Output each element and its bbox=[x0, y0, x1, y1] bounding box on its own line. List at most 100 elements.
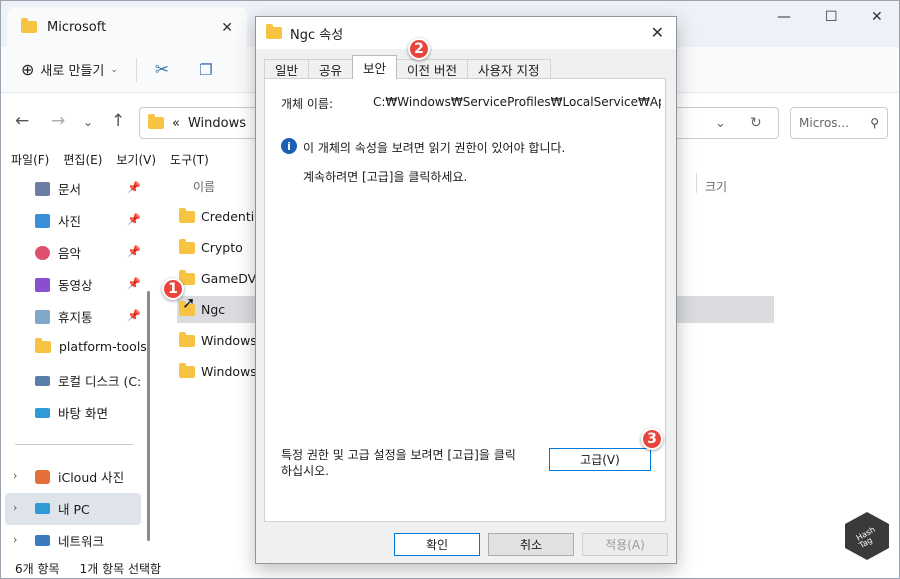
column-header-size[interactable]: 크기 bbox=[705, 178, 727, 195]
info-icon: i bbox=[281, 138, 297, 154]
list-item[interactable]: GameDVR bbox=[179, 269, 265, 286]
search-icon: ⚲ bbox=[870, 116, 879, 130]
folder-icon bbox=[179, 362, 195, 378]
plus-circle-icon: ⊕ bbox=[21, 60, 35, 79]
video-icon bbox=[35, 277, 50, 292]
step-badge-3: 3 bbox=[641, 428, 663, 450]
sidebar-item-label: 로컬 디스크 (C: bbox=[58, 374, 142, 389]
search-input[interactable]: Micros... ⚲ bbox=[790, 107, 888, 139]
pin-icon[interactable]: 📌 bbox=[127, 277, 141, 290]
sidebar-item-music[interactable]: 음악 bbox=[35, 243, 81, 262]
advanced-hint-continued: 하십시오. bbox=[281, 464, 329, 478]
cut-icon[interactable]: ✂ bbox=[155, 60, 169, 80]
new-button[interactable]: ⊕ 새로 만들기 ⌄ bbox=[21, 60, 118, 79]
security-panel: 개체 이름: C:₩Windows₩ServiceProfiles₩LocalS… bbox=[264, 78, 666, 522]
back-icon[interactable]: ← bbox=[15, 111, 29, 131]
recent-chevron-icon[interactable]: ⌄ bbox=[83, 115, 93, 129]
dialog-title-bar: Ngc 속성 ✕ bbox=[256, 17, 676, 49]
pin-icon[interactable]: 📌 bbox=[127, 245, 141, 258]
menu-view[interactable]: 보기(V) bbox=[116, 151, 156, 171]
window-tab[interactable]: Microsoft ✕ bbox=[7, 7, 247, 47]
folder-icon bbox=[179, 207, 195, 223]
folder-icon bbox=[266, 24, 282, 39]
tab-security[interactable]: 보안 bbox=[352, 55, 398, 79]
sidebar-item-label: 바탕 화면 bbox=[58, 406, 108, 421]
tab-customize[interactable]: 사용자 지정 bbox=[467, 59, 551, 79]
sidebar-item-label: 내 PC bbox=[58, 502, 90, 517]
sidebar-item-videos[interactable]: 동영상 bbox=[35, 275, 93, 294]
sidebar-item-pictures[interactable]: 사진 bbox=[35, 211, 81, 230]
desktop-icon bbox=[35, 407, 50, 418]
maximize-icon[interactable]: ☐ bbox=[825, 9, 838, 25]
menu-tools[interactable]: 도구(T) bbox=[170, 151, 209, 171]
pin-icon[interactable]: 📌 bbox=[127, 181, 141, 194]
sidebar-item-icloud-photos[interactable]: iCloud 사진 bbox=[35, 467, 124, 486]
sidebar-item-recycle-bin[interactable]: 휴지통 bbox=[35, 307, 93, 326]
sidebar-item-label: 휴지통 bbox=[58, 310, 93, 325]
continue-text: 계속하려면 [고급]을 클릭하세요. bbox=[303, 170, 468, 184]
list-item[interactable]: Windows bbox=[179, 331, 257, 348]
document-icon bbox=[35, 181, 50, 196]
expand-chevron-icon[interactable]: › bbox=[13, 469, 17, 482]
tab-close-icon[interactable]: ✕ bbox=[221, 20, 233, 36]
address-dropdown-icon[interactable]: ⌄ bbox=[715, 116, 726, 131]
drive-icon bbox=[35, 375, 50, 386]
expand-chevron-icon[interactable]: › bbox=[13, 533, 17, 546]
sidebar-item-label: 네트워크 bbox=[58, 534, 105, 549]
forward-icon[interactable]: → bbox=[51, 111, 65, 131]
dialog-title: Ngc 속성 bbox=[290, 27, 344, 43]
cancel-button[interactable]: 취소 bbox=[488, 533, 574, 556]
file-name: Ngc bbox=[201, 302, 226, 317]
sidebar-item-label: 사진 bbox=[58, 214, 82, 229]
music-icon bbox=[35, 245, 50, 260]
sidebar-item-local-disk[interactable]: 로컬 디스크 (C: bbox=[35, 371, 141, 390]
object-name-label: 개체 이름: bbox=[281, 97, 334, 111]
tab-general[interactable]: 일반 bbox=[264, 59, 310, 79]
breadcrumb[interactable]: Windows bbox=[188, 116, 246, 131]
pin-icon[interactable]: 📌 bbox=[127, 309, 141, 322]
pin-icon[interactable]: 📌 bbox=[127, 213, 141, 226]
sidebar-item-desktop[interactable]: 바탕 화면 bbox=[35, 403, 108, 422]
toolbar-divider bbox=[135, 57, 137, 82]
up-icon[interactable]: ↑ bbox=[111, 111, 125, 131]
pc-icon bbox=[35, 503, 50, 514]
close-icon[interactable]: ✕ bbox=[871, 9, 883, 25]
expand-chevron-icon[interactable]: › bbox=[13, 501, 17, 514]
column-divider bbox=[696, 173, 697, 193]
advanced-button[interactable]: 고급(V) bbox=[549, 448, 651, 471]
step-badge-2: 2 bbox=[408, 38, 430, 60]
tab-previous-versions[interactable]: 이전 버전 bbox=[396, 59, 469, 79]
properties-dialog: Ngc 속성 ✕ 일반 공유 보안 이전 버전 사용자 지정 개체 이름: C:… bbox=[255, 16, 677, 564]
hashtag-logo: Hash Tag bbox=[845, 512, 889, 560]
cursor-icon: ➚ bbox=[182, 293, 196, 312]
apply-button[interactable]: 적용(A) bbox=[582, 533, 668, 556]
tab-sharing[interactable]: 공유 bbox=[308, 59, 354, 79]
folder-icon bbox=[179, 331, 195, 347]
file-name: Crypto bbox=[201, 240, 243, 255]
sidebar-item-label: iCloud 사진 bbox=[58, 470, 125, 485]
icloud-photos-icon bbox=[35, 469, 50, 484]
new-label: 새로 만들기 bbox=[40, 64, 105, 79]
column-header-name[interactable]: 이름 bbox=[193, 178, 215, 195]
selection-count: 1개 항목 선택함 bbox=[79, 561, 162, 576]
sidebar-item-network[interactable]: 네트워크 bbox=[35, 531, 104, 550]
menu-file[interactable]: 파일(F) bbox=[11, 151, 49, 171]
advanced-hint: 특정 권한 및 고급 설정을 보려면 [고급]을 클릭 bbox=[281, 448, 516, 462]
sidebar-item-this-pc[interactable]: 내 PC bbox=[35, 499, 90, 518]
minimize-icon[interactable]: — bbox=[777, 9, 791, 25]
refresh-icon[interactable]: ↻ bbox=[750, 115, 762, 131]
sidebar-item-platform-tools[interactable]: platform-tools bbox=[35, 337, 147, 354]
ok-button[interactable]: 확인 bbox=[394, 533, 480, 556]
tab-title: Microsoft bbox=[47, 19, 107, 35]
copy-icon[interactable]: ❐ bbox=[199, 61, 212, 79]
navigation-pane: 문서 📌 사진 📌 음악 📌 동영상 📌 휴지통 📌 platform-tool… bbox=[1, 173, 149, 558]
network-icon bbox=[35, 535, 50, 546]
dialog-tabs: 일반 공유 보안 이전 버전 사용자 지정 bbox=[264, 55, 551, 79]
sidebar-item-documents[interactable]: 문서 bbox=[35, 179, 81, 198]
close-icon[interactable]: ✕ bbox=[651, 23, 664, 42]
list-item[interactable]: WindowsA bbox=[179, 362, 265, 379]
sidebar-scrollbar[interactable] bbox=[147, 291, 150, 541]
menu-edit[interactable]: 편집(E) bbox=[63, 151, 102, 171]
recycle-bin-icon bbox=[35, 309, 50, 324]
list-item[interactable]: Crypto bbox=[179, 238, 243, 255]
